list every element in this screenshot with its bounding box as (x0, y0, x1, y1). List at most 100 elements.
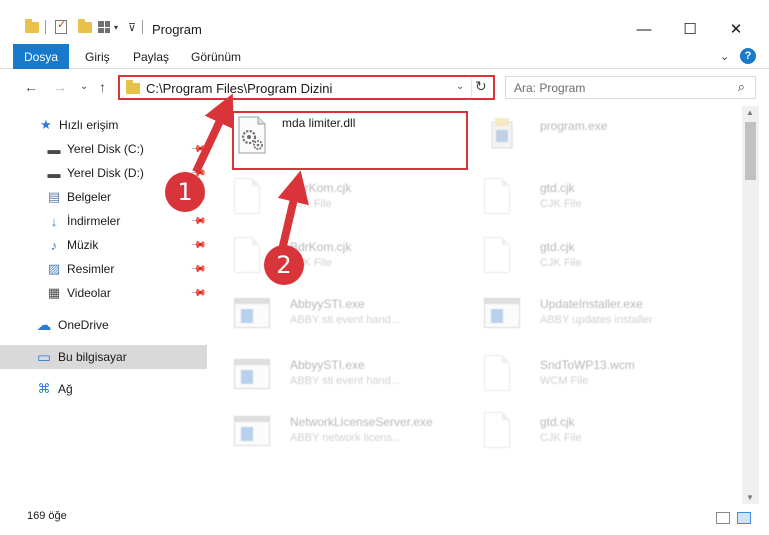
file-type: ABBY sti event hand... (290, 314, 400, 326)
help-icon[interactable]: ? (740, 48, 756, 64)
file-type: CJK File (540, 257, 582, 269)
file-item[interactable]: BdrKom.cjk CJK File (234, 176, 474, 218)
file-type: CJK File (290, 198, 332, 210)
file-item[interactable]: NetworkLicenseServer.exe ABBY network li… (234, 410, 474, 452)
file-item[interactable]: UpdateInstaller.exe ABBY updates install… (484, 292, 724, 334)
application-icon (234, 355, 270, 393)
sidebar-item-this-pc[interactable]: ▭ Bu bilgisayar (0, 345, 207, 369)
sidebar-item-label: Hızlı erişim (59, 118, 119, 132)
drive-icon: ▬ (47, 165, 61, 181)
file-name: UpdateInstaller.exe (540, 297, 643, 311)
separator (142, 18, 143, 36)
file-item[interactable]: AbbyySTI.exe ABBY sti event hand... (234, 292, 474, 334)
scroll-down-icon[interactable]: ▼ (746, 493, 754, 502)
sidebar-item-label: İndirmeler (67, 214, 121, 228)
pin-icon: 📌 (189, 212, 207, 230)
file-type: ABBY sti event hand... (290, 375, 400, 387)
file-item[interactable]: program.exe (484, 114, 724, 156)
sidebar-item-network[interactable]: ⌘ Ağ (0, 377, 207, 401)
address-bar[interactable]: C:\Program Files\Program Dizini ⌄ ↻ (118, 75, 495, 100)
sidebar-item-quick-access[interactable]: ★ Hızlı erişim (0, 113, 207, 137)
file-type: CJK File (540, 198, 582, 210)
sidebar-item-label: Yerel Disk (D:) (67, 166, 144, 180)
title-bar: ▾ ⊽ Program — ☐ ✕ (0, 0, 769, 44)
file-item[interactable]: gtd.cjk CJK File (484, 176, 724, 218)
sidebar-item-music[interactable]: ♪ Müzik 📌 (0, 233, 207, 257)
close-button[interactable]: ✕ (713, 14, 759, 44)
sidebar-item-label: Yerel Disk (C:) (67, 142, 144, 156)
file-name: SndToWP13.wcm (540, 358, 635, 372)
ribbon-expand-icon[interactable]: ⌄ (720, 50, 729, 63)
tab-share[interactable]: Paylaş (133, 50, 169, 64)
document-icon (484, 237, 520, 275)
maximize-button[interactable]: ☐ (667, 14, 713, 44)
new-folder-icon[interactable] (78, 18, 92, 36)
search-input[interactable]: Ara: Program (514, 81, 585, 95)
scroll-up-icon[interactable]: ▲ (746, 108, 754, 117)
sidebar-item-label: Resimler (67, 262, 115, 276)
sidebar-item-onedrive[interactable]: ☁ OneDrive (0, 313, 207, 337)
document-icon (484, 412, 520, 450)
file-type: CJK File (540, 432, 582, 444)
document-icon (484, 178, 520, 216)
up-button[interactable]: ↑ (99, 79, 106, 95)
file-name: gtd.cjk (540, 240, 575, 254)
address-path[interactable]: C:\Program Files\Program Dizini (146, 81, 332, 96)
application-icon (234, 412, 270, 450)
divider (471, 79, 472, 97)
drive-icon: ▬ (47, 141, 61, 157)
tab-home[interactable]: Giriş (85, 50, 110, 64)
minimize-button[interactable]: — (621, 14, 667, 44)
tab-view[interactable]: Görünüm (191, 50, 241, 64)
sidebar-item-label: Ağ (58, 382, 73, 396)
network-icon: ⌘ (37, 381, 51, 396)
search-box[interactable]: Ara: Program ⌕ (505, 76, 756, 99)
step-marker-1: 1 (165, 172, 205, 212)
separator (45, 18, 46, 36)
forward-button[interactable]: → (53, 79, 67, 95)
sidebar-item-label: Müzik (67, 238, 99, 252)
tab-file[interactable]: Dosya (13, 44, 69, 69)
sidebar-item-label: Bu bilgisayar (58, 350, 127, 364)
sidebar-item-downloads[interactable]: ↓ İndirmeler 📌 (0, 209, 207, 233)
file-name: AbbyySTI.exe (290, 297, 365, 311)
sidebar-item-videos[interactable]: ▦ Videolar 📌 (0, 281, 207, 305)
chevron-down-icon[interactable]: ⌄ (456, 81, 464, 92)
file-item[interactable]: SndToWP13.wcm WCM File (484, 353, 724, 395)
application-icon (234, 294, 270, 332)
folder-icon (25, 18, 39, 36)
search-icon[interactable]: ⌕ (738, 79, 745, 95)
window-title: Program (152, 22, 202, 37)
file-item[interactable]: AbbyySTI.exe ABBY sti event hand... (234, 353, 474, 395)
customize-toolbar-icon[interactable]: ⊽ (128, 18, 136, 36)
folder-icon (126, 80, 140, 94)
documents-icon: ▤ (47, 189, 61, 204)
scroll-thumb[interactable] (745, 122, 756, 180)
highlight-box (232, 111, 468, 170)
sidebar-item-pictures[interactable]: ▨ Resimler 📌 (0, 257, 207, 281)
sidebar-item-disk-c[interactable]: ▬ Yerel Disk (C:) 📌 (0, 137, 207, 161)
recent-locations-button[interactable]: ⌄ (80, 81, 88, 92)
large-icons-view-icon[interactable] (737, 512, 751, 524)
ribbon-tabs: Dosya Giriş Paylaş Görünüm ⌄ (0, 44, 769, 69)
properties-icon[interactable] (55, 18, 67, 36)
sidebar-item-label: Belgeler (67, 190, 112, 204)
music-icon: ♪ (50, 237, 58, 253)
back-button[interactable]: ← (24, 79, 38, 95)
details-view-icon[interactable] (716, 512, 730, 524)
chevron-down-icon[interactable]: ▾ (114, 18, 118, 36)
videos-icon: ▦ (47, 285, 61, 300)
file-name: gtd.cjk (540, 181, 575, 195)
vertical-scrollbar[interactable]: ▲ ▼ (742, 106, 759, 504)
application-icon (484, 116, 520, 154)
refresh-button[interactable]: ↻ (475, 78, 487, 95)
file-item[interactable]: gtd.cjk CJK File (484, 410, 724, 452)
cloud-icon: ☁ (36, 317, 52, 334)
step-marker-2: 2 (264, 245, 304, 285)
pictures-icon: ▨ (47, 261, 61, 276)
star-icon: ★ (40, 117, 52, 132)
file-item[interactable]: gtd.cjk CJK File (484, 235, 724, 277)
status-bar: 169 öğe (0, 504, 769, 535)
document-icon (484, 355, 520, 393)
view-icon[interactable] (98, 18, 110, 36)
